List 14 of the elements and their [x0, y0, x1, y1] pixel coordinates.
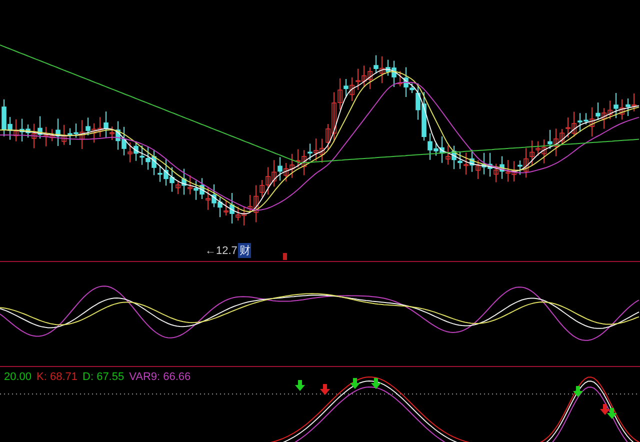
down-arrow-icon [573, 386, 583, 397]
down-arrow-icon [320, 384, 330, 395]
marker-icon [283, 253, 287, 260]
down-arrow-icon [371, 378, 381, 389]
financial-report-badge: 财 [238, 243, 252, 258]
indicator-reading: K: 68.71 [36, 371, 78, 383]
down-arrow-icon [600, 404, 610, 415]
indicator-reading: VAR9: 66.66 [129, 371, 191, 383]
down-arrow-icon [295, 380, 305, 391]
down-arrow-icon [350, 378, 360, 389]
indicator-reading: 20.00 [4, 371, 32, 383]
low-price-label: ←12.7 [205, 244, 238, 256]
down-arrow-icon [607, 408, 617, 419]
indicator-reading: D: 67.55 [82, 371, 124, 383]
